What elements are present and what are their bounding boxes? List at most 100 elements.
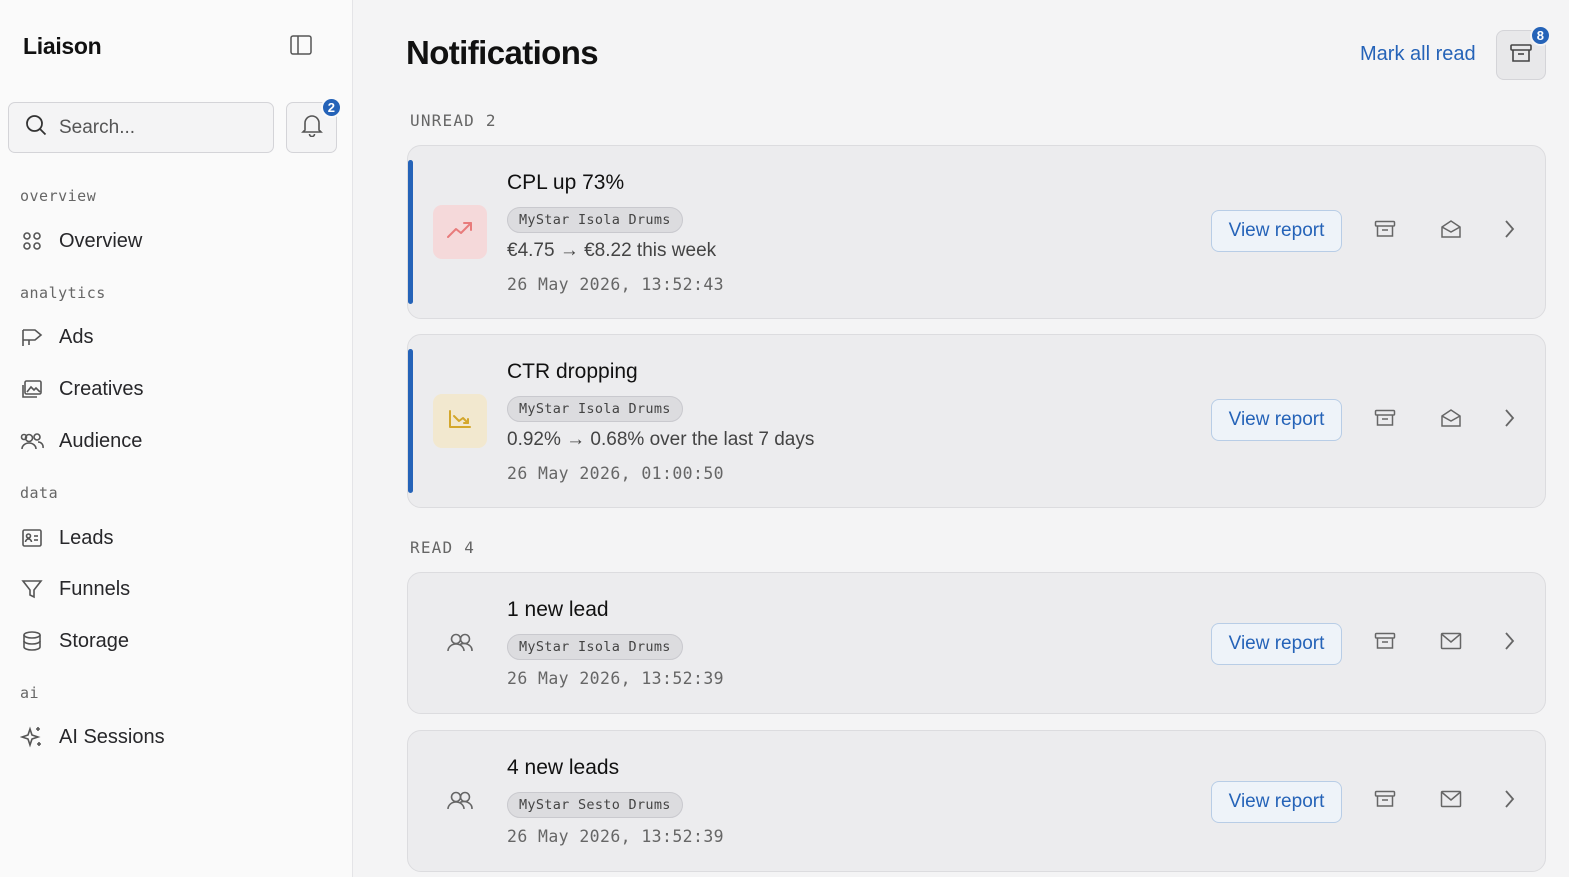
sidebar-item-storage[interactable]: Storage (20, 621, 340, 661)
notification-description: €4.75 → €8.22 this week (507, 240, 717, 261)
notification-timestamp: 26 May 2026, 01:00:50 (507, 464, 725, 483)
section-label-text: UNREAD (410, 111, 475, 130)
database-icon (20, 629, 44, 653)
chart-down-icon (447, 408, 473, 435)
account-tag: MyStar Isola Drums (507, 207, 683, 233)
notification-card[interactable]: CTR dropping MyStar Isola Drums 0.92% → … (407, 334, 1546, 508)
sidebar-item-creatives[interactable]: Creatives (20, 369, 340, 409)
account-tag: MyStar Isola Drums (507, 634, 683, 660)
mark-unread-button[interactable] (1435, 785, 1467, 817)
sidebar-item-label: Leads (59, 526, 114, 549)
unread-indicator (408, 160, 413, 304)
mark-all-read-link[interactable]: Mark all read (1360, 43, 1476, 66)
notification-timestamp: 26 May 2026, 13:52:39 (507, 669, 725, 688)
search-icon (25, 114, 47, 141)
page-title: Notifications (406, 34, 599, 71)
sidebar-item-overview[interactable]: Overview (20, 221, 340, 261)
section-label-text: READ (410, 538, 454, 557)
sidebar-panel-icon (289, 34, 313, 61)
archive-notification-button[interactable] (1369, 785, 1401, 817)
open-notification-button[interactable] (1493, 215, 1525, 247)
notifications-bell-button[interactable]: 2 (286, 97, 342, 153)
nav-group-label-data: data (20, 484, 59, 502)
sidebar-item-leads[interactable]: Leads (20, 518, 340, 558)
sidebar-item-label: Funnels (59, 577, 131, 600)
sidebar-item-audience[interactable]: Audience (20, 421, 340, 461)
sparkles-icon (20, 725, 44, 749)
app-logo-text: Liaison (23, 33, 102, 59)
account-tag: MyStar Isola Drums (507, 396, 683, 422)
chevron-right-icon (1503, 219, 1515, 244)
view-report-button[interactable]: View report (1211, 399, 1342, 441)
archive-icon (1509, 43, 1533, 68)
nav-group-label-ai: ai (20, 684, 40, 702)
funnel-icon (20, 577, 44, 601)
mark-unread-button[interactable] (1435, 627, 1467, 659)
archive-icon (1374, 790, 1396, 813)
section-count: 4 (464, 538, 476, 557)
section-count: 2 (485, 111, 497, 130)
sidebar-item-label: Overview (59, 229, 143, 252)
sidebar-item-label: Storage (59, 629, 130, 652)
archive-notification-button[interactable] (1369, 215, 1401, 247)
notification-icon-box (433, 394, 487, 448)
notification-card[interactable]: 4 new leads MyStar Sesto Drums 26 May 20… (407, 730, 1546, 872)
sidebar: Liaison 2 overview Overview (0, 0, 353, 877)
users-icon (446, 790, 474, 815)
notification-icon-box (433, 205, 487, 259)
bell-count-badge: 2 (320, 97, 342, 118)
notification-icon-box (433, 775, 487, 829)
images-icon (20, 377, 44, 401)
sidebar-item-label: Ads (59, 325, 94, 348)
mark-read-button[interactable] (1435, 215, 1467, 247)
unread-indicator (408, 349, 413, 493)
archive-count-badge: 8 (1529, 25, 1551, 46)
bell-icon (300, 113, 323, 142)
sidebar-item-funnels[interactable]: Funnels (20, 569, 340, 609)
chevron-right-icon (1503, 789, 1515, 814)
open-notification-button[interactable] (1493, 404, 1525, 436)
megaphone-icon (20, 325, 44, 349)
sidebar-item-label: AI Sessions (59, 725, 165, 748)
notification-card[interactable]: CPL up 73% MyStar Isola Drums €4.75 → €8… (407, 145, 1546, 319)
notification-title: CPL up 73% (507, 171, 625, 194)
mark-read-button[interactable] (1435, 404, 1467, 436)
archive-icon (1374, 632, 1396, 655)
notification-title: CTR dropping (507, 360, 638, 383)
section-label-read: READ 4 (410, 538, 475, 557)
chevron-right-icon (1503, 631, 1515, 656)
mail-open-icon (1440, 219, 1462, 244)
archive-icon (1374, 409, 1396, 432)
users-icon (20, 429, 44, 453)
trending-up-icon (446, 220, 474, 245)
view-report-button[interactable]: View report (1211, 210, 1342, 252)
notification-timestamp: 26 May 2026, 13:52:39 (507, 827, 725, 846)
archive-notification-button[interactable] (1369, 627, 1401, 659)
nav-group-label-analytics: analytics (20, 284, 106, 302)
mail-open-icon (1440, 408, 1462, 433)
contact-card-icon (20, 526, 44, 550)
sidebar-item-label: Audience (59, 429, 143, 452)
archive-notification-button[interactable] (1369, 404, 1401, 436)
sidebar-toggle-button[interactable] (288, 34, 314, 60)
search-input[interactable] (59, 116, 249, 139)
mail-icon (1440, 632, 1462, 655)
sidebar-item-ads[interactable]: Ads (20, 317, 340, 357)
open-notification-button[interactable] (1493, 785, 1525, 817)
view-report-button[interactable]: View report (1211, 623, 1342, 665)
grid-icon (20, 229, 44, 253)
chevron-right-icon (1503, 408, 1515, 433)
open-notification-button[interactable] (1493, 627, 1525, 659)
sidebar-item-ai-sessions[interactable]: AI Sessions (20, 717, 340, 757)
search-box[interactable] (8, 102, 274, 153)
sidebar-item-label: Creatives (59, 377, 144, 400)
nav-group-label-overview: overview (20, 187, 97, 205)
view-report-button[interactable]: View report (1211, 781, 1342, 823)
notification-icon-box (433, 617, 487, 671)
users-icon (446, 632, 474, 657)
account-tag: MyStar Sesto Drums (507, 792, 683, 818)
notification-card[interactable]: 1 new lead MyStar Isola Drums 26 May 202… (407, 572, 1546, 714)
archive-button[interactable]: 8 (1496, 25, 1551, 80)
section-label-unread: UNREAD 2 (410, 111, 497, 130)
notification-timestamp: 26 May 2026, 13:52:43 (507, 275, 725, 294)
